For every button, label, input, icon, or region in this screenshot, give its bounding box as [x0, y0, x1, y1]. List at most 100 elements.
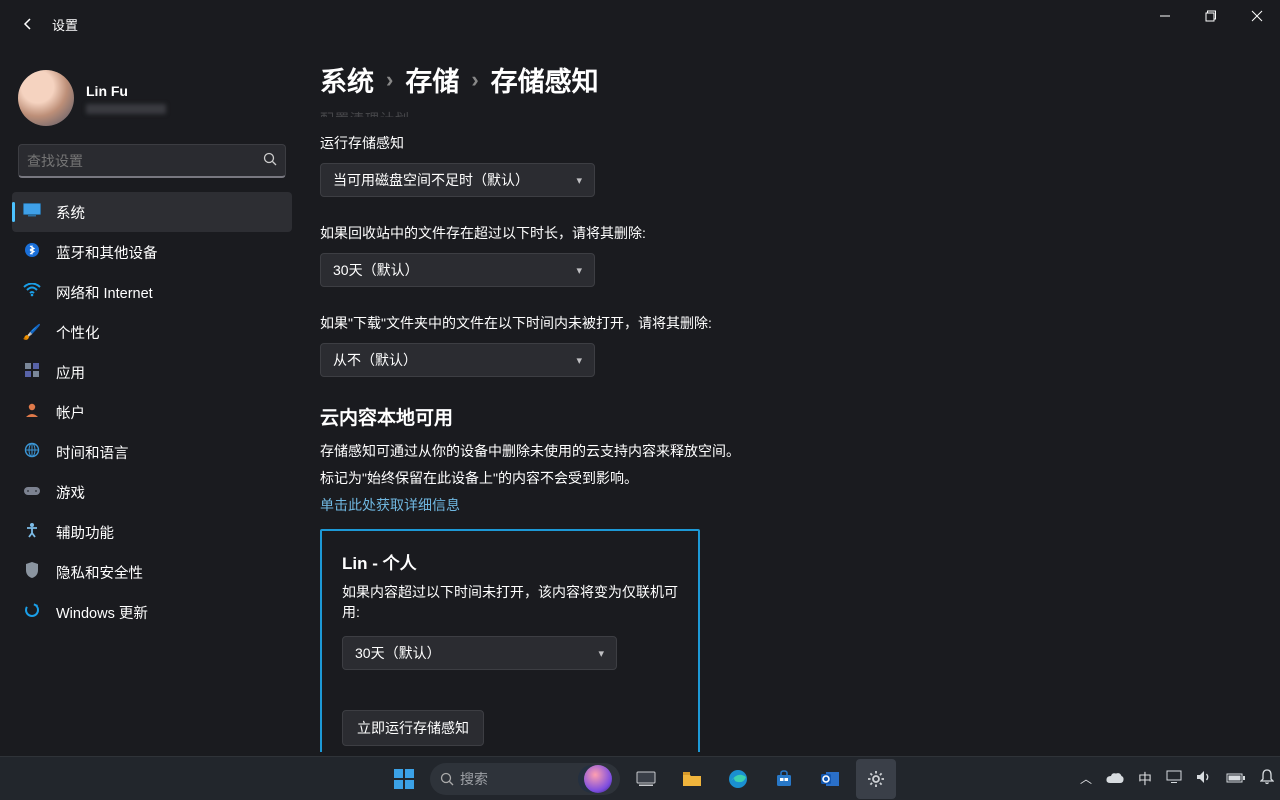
sidebar-item-label: 应用 [56, 362, 85, 383]
start-button[interactable] [384, 759, 424, 799]
sidebar-item-personalization[interactable]: 🖌️ 个性化 [12, 312, 292, 352]
run-dropdown[interactable]: 当可用磁盘空间不足时（默认） ▾ [320, 163, 595, 197]
onedrive-icon[interactable] [1106, 771, 1124, 787]
sidebar-item-system[interactable]: 系统 [12, 192, 292, 232]
run-label: 运行存储感知 [320, 133, 1280, 153]
apps-icon [22, 362, 42, 382]
sidebar-item-label: 个性化 [56, 322, 100, 343]
store-button[interactable] [764, 759, 804, 799]
task-view-button[interactable] [626, 759, 666, 799]
cloud-section-title: 云内容本地可用 [320, 403, 1280, 430]
taskbar-center: 搜索 [384, 757, 896, 800]
dropdown-value: 当可用磁盘空间不足时（默认） [333, 170, 529, 190]
profile-block[interactable]: Lin Fu [18, 70, 286, 126]
search-input[interactable] [18, 144, 286, 178]
brush-icon: 🖌️ [22, 323, 42, 341]
box-dropdown[interactable]: 30天（默认） ▾ [342, 636, 617, 670]
breadcrumb-storage[interactable]: 存储 [405, 60, 459, 99]
settings-button[interactable] [856, 759, 896, 799]
recycle-dropdown[interactable]: 30天（默认） ▾ [320, 253, 595, 287]
cloud-details-link[interactable]: 单击此处获取详细信息 [320, 495, 460, 515]
volume-icon[interactable] [1196, 770, 1212, 787]
sidebar-item-network[interactable]: 网络和 Internet [12, 272, 292, 312]
chevron-down-icon: ▾ [576, 174, 582, 187]
battery-icon[interactable] [1226, 771, 1246, 787]
sidebar-item-apps[interactable]: 应用 [12, 352, 292, 392]
taskbar-search-placeholder: 搜索 [460, 769, 578, 789]
sidebar-item-bluetooth[interactable]: 蓝牙和其他设备 [12, 232, 292, 272]
globe-clock-icon [22, 442, 42, 462]
breadcrumb: 系统 › 存储 › 存储感知 [320, 60, 1280, 99]
dropdown-value: 30天（默认） [333, 260, 419, 280]
section-header-cut: 配置清理计划 [320, 109, 1280, 117]
box-desc: 如果内容超过以下时间未打开，该内容将变为仅联机可用: [342, 582, 678, 622]
profile-name: Lin Fu [86, 83, 166, 99]
dropdown-value: 从不（默认） [333, 350, 417, 370]
edge-button[interactable] [718, 759, 758, 799]
box-title: Lin - 个人 [342, 549, 678, 574]
tray-chevron-up-icon[interactable]: ︿ [1080, 770, 1092, 787]
accessibility-icon [22, 522, 42, 542]
sidebar-item-label: 蓝牙和其他设备 [56, 242, 158, 263]
window-title: 设置 [52, 15, 78, 34]
notifications-icon[interactable] [1260, 769, 1274, 788]
content-pane: 系统 › 存储 › 存储感知 配置清理计划 运行存储感知 当可用磁盘空间不足时（… [320, 52, 1280, 752]
display-icon [22, 203, 42, 221]
sidebar: Lin Fu 系统 蓝牙和其他设备 网络和 Internet 🖌️ 个性化 应用 [0, 48, 300, 752]
network-icon[interactable] [1166, 770, 1182, 787]
search-icon [263, 152, 277, 169]
system-tray: ︿ 中 [1080, 769, 1274, 789]
sidebar-item-label: 游戏 [56, 482, 85, 503]
taskbar-search[interactable]: 搜索 [430, 763, 620, 795]
explorer-button[interactable] [672, 759, 712, 799]
search-orb-icon [584, 765, 612, 793]
breadcrumb-system[interactable]: 系统 [320, 60, 374, 99]
nav-list: 系统 蓝牙和其他设备 网络和 Internet 🖌️ 个性化 应用 帐户 时间和… [12, 192, 292, 632]
personal-account-box: Lin - 个人 如果内容超过以下时间未打开，该内容将变为仅联机可用: 30天（… [320, 529, 700, 752]
taskbar: 搜索 ︿ 中 [0, 756, 1280, 800]
cloud-desc-1: 存储感知可通过从你的设备中删除未使用的云支持内容来释放空间。 [320, 438, 1280, 465]
sidebar-item-label: 帐户 [56, 402, 85, 423]
outlook-button[interactable] [810, 759, 850, 799]
breadcrumb-storage-sense: 存储感知 [491, 60, 599, 99]
sidebar-item-windows-update[interactable]: Windows 更新 [12, 592, 292, 632]
update-icon [22, 602, 42, 622]
sidebar-item-time-language[interactable]: 时间和语言 [12, 432, 292, 472]
profile-email-blurred [86, 104, 166, 114]
minimize-button[interactable] [1142, 0, 1188, 32]
wifi-icon [22, 283, 42, 301]
run-now-button[interactable]: 立即运行存储感知 [342, 710, 484, 746]
download-label: 如果"下载"文件夹中的文件在以下时间内未被打开，请将其删除: [320, 313, 1280, 333]
sidebar-item-label: 网络和 Internet [56, 282, 153, 303]
sidebar-item-accounts[interactable]: 帐户 [12, 392, 292, 432]
chevron-right-icon: › [386, 67, 393, 93]
sidebar-item-label: 辅助功能 [56, 522, 114, 543]
close-button[interactable] [1234, 0, 1280, 32]
dropdown-value: 30天（默认） [355, 643, 441, 663]
chevron-down-icon: ▾ [598, 647, 604, 660]
chevron-down-icon: ▾ [576, 264, 582, 277]
avatar [18, 70, 74, 126]
search-field[interactable] [27, 153, 263, 169]
sidebar-item-accessibility[interactable]: 辅助功能 [12, 512, 292, 552]
gamepad-icon [22, 484, 42, 501]
shield-icon [22, 562, 42, 582]
sidebar-item-gaming[interactable]: 游戏 [12, 472, 292, 512]
recycle-label: 如果回收站中的文件存在超过以下时长，请将其删除: [320, 223, 1280, 243]
cloud-desc-2: 标记为"始终保留在此设备上"的内容不会受到影响。 [320, 465, 1280, 492]
bluetooth-icon [22, 242, 42, 262]
person-icon [22, 402, 42, 422]
sidebar-item-label: 时间和语言 [56, 442, 129, 463]
chevron-right-icon: › [471, 67, 478, 93]
sidebar-item-label: Windows 更新 [56, 602, 148, 623]
sidebar-item-label: 隐私和安全性 [56, 562, 143, 583]
maximize-button[interactable] [1188, 0, 1234, 32]
download-dropdown[interactable]: 从不（默认） ▾ [320, 343, 595, 377]
back-button[interactable] [8, 4, 48, 44]
sidebar-item-label: 系统 [56, 202, 85, 223]
titlebar: 设置 [0, 0, 1280, 48]
search-icon [440, 772, 454, 786]
sidebar-item-privacy[interactable]: 隐私和安全性 [12, 552, 292, 592]
ime-indicator[interactable]: 中 [1138, 769, 1152, 789]
chevron-down-icon: ▾ [576, 354, 582, 367]
